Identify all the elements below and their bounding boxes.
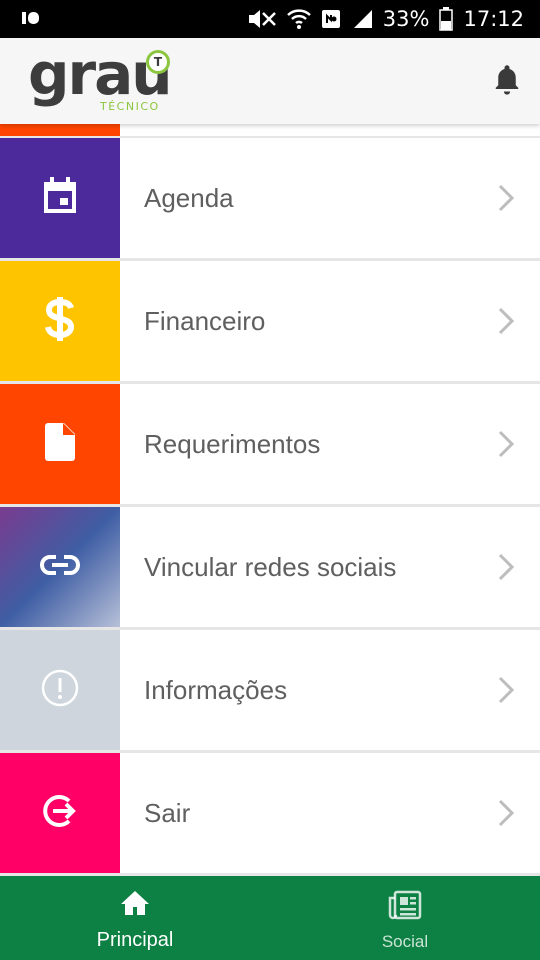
calendar-icon — [42, 176, 78, 220]
dollar-icon — [44, 296, 76, 346]
menu-item-requerimentos[interactable]: Requerimentos — [0, 384, 540, 504]
tile-informacoes — [0, 630, 120, 750]
logo-subtitle: TÉCNICO — [100, 100, 160, 113]
clock: 17:12 — [463, 7, 524, 31]
app-header: grau T TÉCNICO — [0, 38, 540, 124]
grau-tecnico-logo: grau T TÉCNICO — [28, 42, 178, 118]
tile-sair — [0, 753, 120, 873]
chevron-right-icon — [498, 184, 515, 217]
bell-icon[interactable] — [492, 62, 522, 101]
menu-item-vincular-redes-sociais[interactable]: Vincular redes sociais — [0, 507, 540, 627]
battery-icon — [439, 7, 454, 31]
link-icon — [40, 554, 80, 581]
chevron-right-icon — [498, 799, 515, 832]
wifi-icon — [286, 8, 311, 30]
scrolled-tile-remnant — [0, 124, 120, 136]
menu-item-label: Sair — [144, 797, 191, 828]
nfc-icon — [321, 9, 341, 29]
info-alert-icon — [41, 669, 79, 712]
document-icon — [45, 422, 75, 466]
menu-item-informacoes[interactable]: Informações — [0, 630, 540, 750]
status-bar: 33% 17:12 — [0, 0, 540, 38]
tile-agenda — [0, 138, 120, 258]
newspaper-icon — [388, 890, 422, 925]
menu-item-financeiro[interactable]: Financeiro — [0, 261, 540, 381]
scrolled-row-remnant — [0, 124, 540, 136]
menu-list: Agenda Financeiro Requerimentos Vincular… — [0, 124, 540, 876]
logout-icon — [41, 792, 79, 835]
menu-item-label: Vincular redes sociais — [144, 551, 397, 582]
menu-item-label: Agenda — [144, 182, 234, 213]
mute-icon — [247, 8, 277, 30]
bottom-navigation: Principal Social — [0, 876, 540, 960]
nav-tab-principal[interactable]: Principal — [0, 876, 270, 960]
chevron-right-icon — [498, 430, 515, 463]
chevron-right-icon — [498, 307, 515, 340]
menu-item-label: Financeiro — [144, 305, 266, 336]
menu-item-sair[interactable]: Sair — [0, 753, 540, 873]
menu-item-agenda[interactable]: Agenda — [0, 138, 540, 258]
logo-badge: T — [146, 50, 170, 74]
tile-vincular-redes-sociais — [0, 507, 120, 627]
tile-requerimentos — [0, 384, 120, 504]
signal-icon — [351, 9, 373, 29]
nav-label: Principal — [96, 929, 174, 951]
menu-item-label: Informações — [144, 674, 288, 705]
nav-label: Social — [381, 932, 429, 951]
chevron-right-icon — [498, 553, 515, 586]
home-icon — [120, 890, 150, 921]
chevron-right-icon — [498, 676, 515, 709]
notification-icon — [22, 11, 40, 25]
nav-tab-social[interactable]: Social — [270, 876, 540, 960]
logo-wordmark: grau — [28, 40, 173, 108]
tile-financeiro — [0, 261, 120, 381]
battery-percent: 33% — [382, 7, 430, 31]
menu-item-label: Requerimentos — [144, 428, 321, 459]
